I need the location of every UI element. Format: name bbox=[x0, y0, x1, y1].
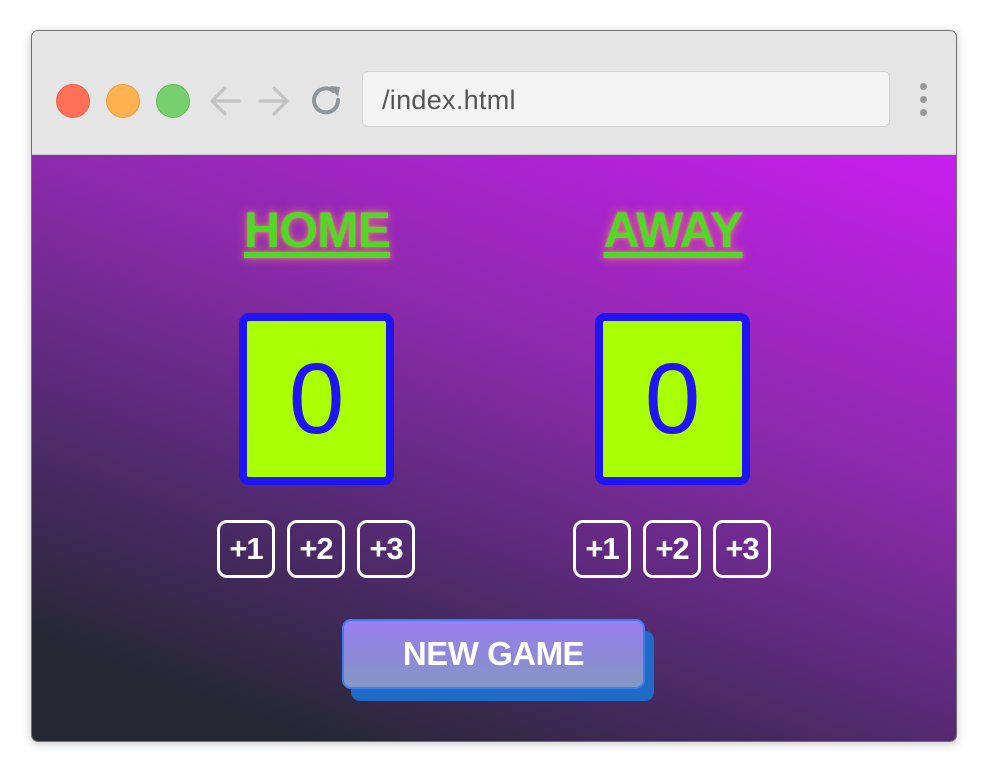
maximize-button[interactable] bbox=[156, 84, 190, 118]
close-button[interactable] bbox=[56, 84, 90, 118]
minimize-button[interactable] bbox=[106, 84, 140, 118]
kebab-menu-icon[interactable] bbox=[918, 83, 928, 119]
reload-icon[interactable] bbox=[307, 81, 347, 121]
home-plus-2-button[interactable]: +2 bbox=[287, 520, 345, 578]
home-title: HOME bbox=[244, 202, 391, 258]
arrow-left-icon[interactable] bbox=[205, 81, 245, 121]
away-plus-1-button[interactable]: +1 bbox=[573, 520, 631, 578]
away-points-buttons: +1 +2 +3 bbox=[573, 520, 773, 580]
away-score: 0 bbox=[644, 343, 701, 455]
home-plus-3-button[interactable]: +3 bbox=[357, 520, 415, 578]
home-score-box: 0 bbox=[239, 313, 394, 485]
home-points-buttons: +1 +2 +3 bbox=[217, 520, 417, 580]
away-score-box: 0 bbox=[595, 313, 750, 485]
new-game-button[interactable]: NEW GAME bbox=[342, 619, 645, 689]
away-title: AWAY bbox=[603, 202, 744, 258]
address-bar[interactable]: /index.html bbox=[362, 71, 890, 127]
browser-window: /index.html HOME 0 +1 +2 +3 AWAY 0 +1 +2… bbox=[31, 30, 957, 742]
arrow-right-icon[interactable] bbox=[254, 81, 294, 121]
url-text: /index.html bbox=[382, 85, 516, 115]
page-viewport: HOME 0 +1 +2 +3 AWAY 0 +1 +2 +3 NEW GAME bbox=[32, 155, 956, 741]
browser-toolbar: /index.html bbox=[32, 31, 956, 155]
home-plus-1-button[interactable]: +1 bbox=[217, 520, 275, 578]
away-plus-2-button[interactable]: +2 bbox=[643, 520, 701, 578]
home-score: 0 bbox=[288, 343, 345, 455]
away-plus-3-button[interactable]: +3 bbox=[713, 520, 771, 578]
